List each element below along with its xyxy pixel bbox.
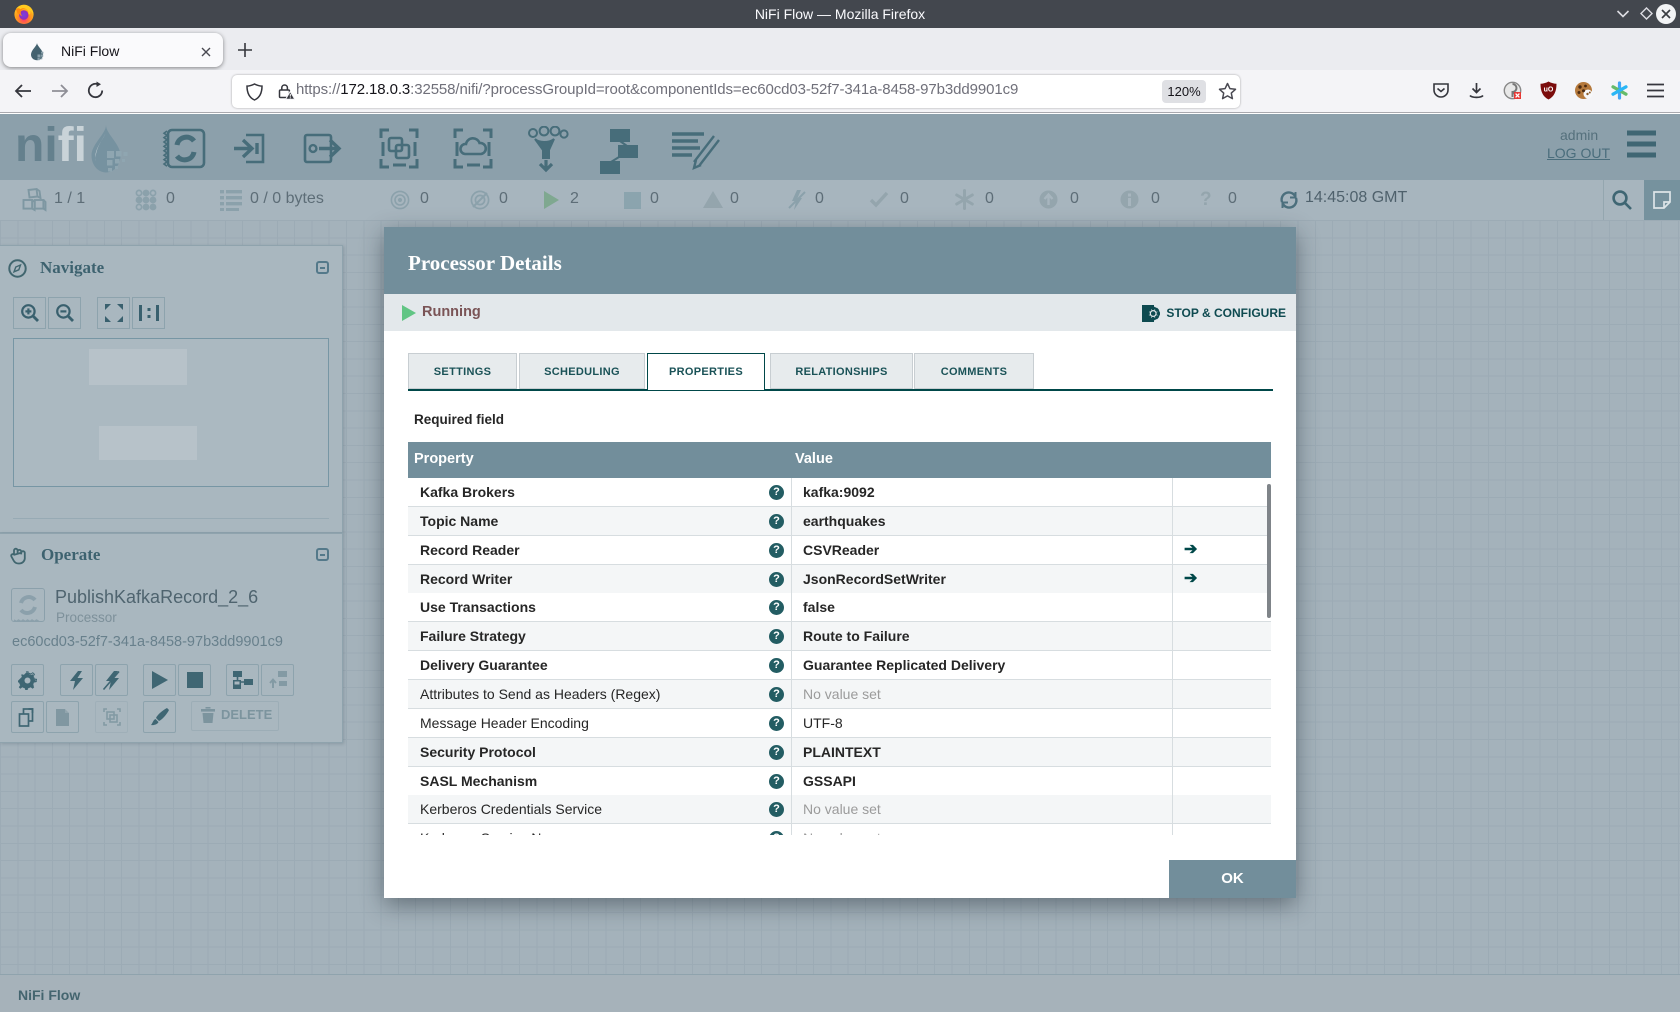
svg-text:uO: uO (1544, 87, 1554, 94)
